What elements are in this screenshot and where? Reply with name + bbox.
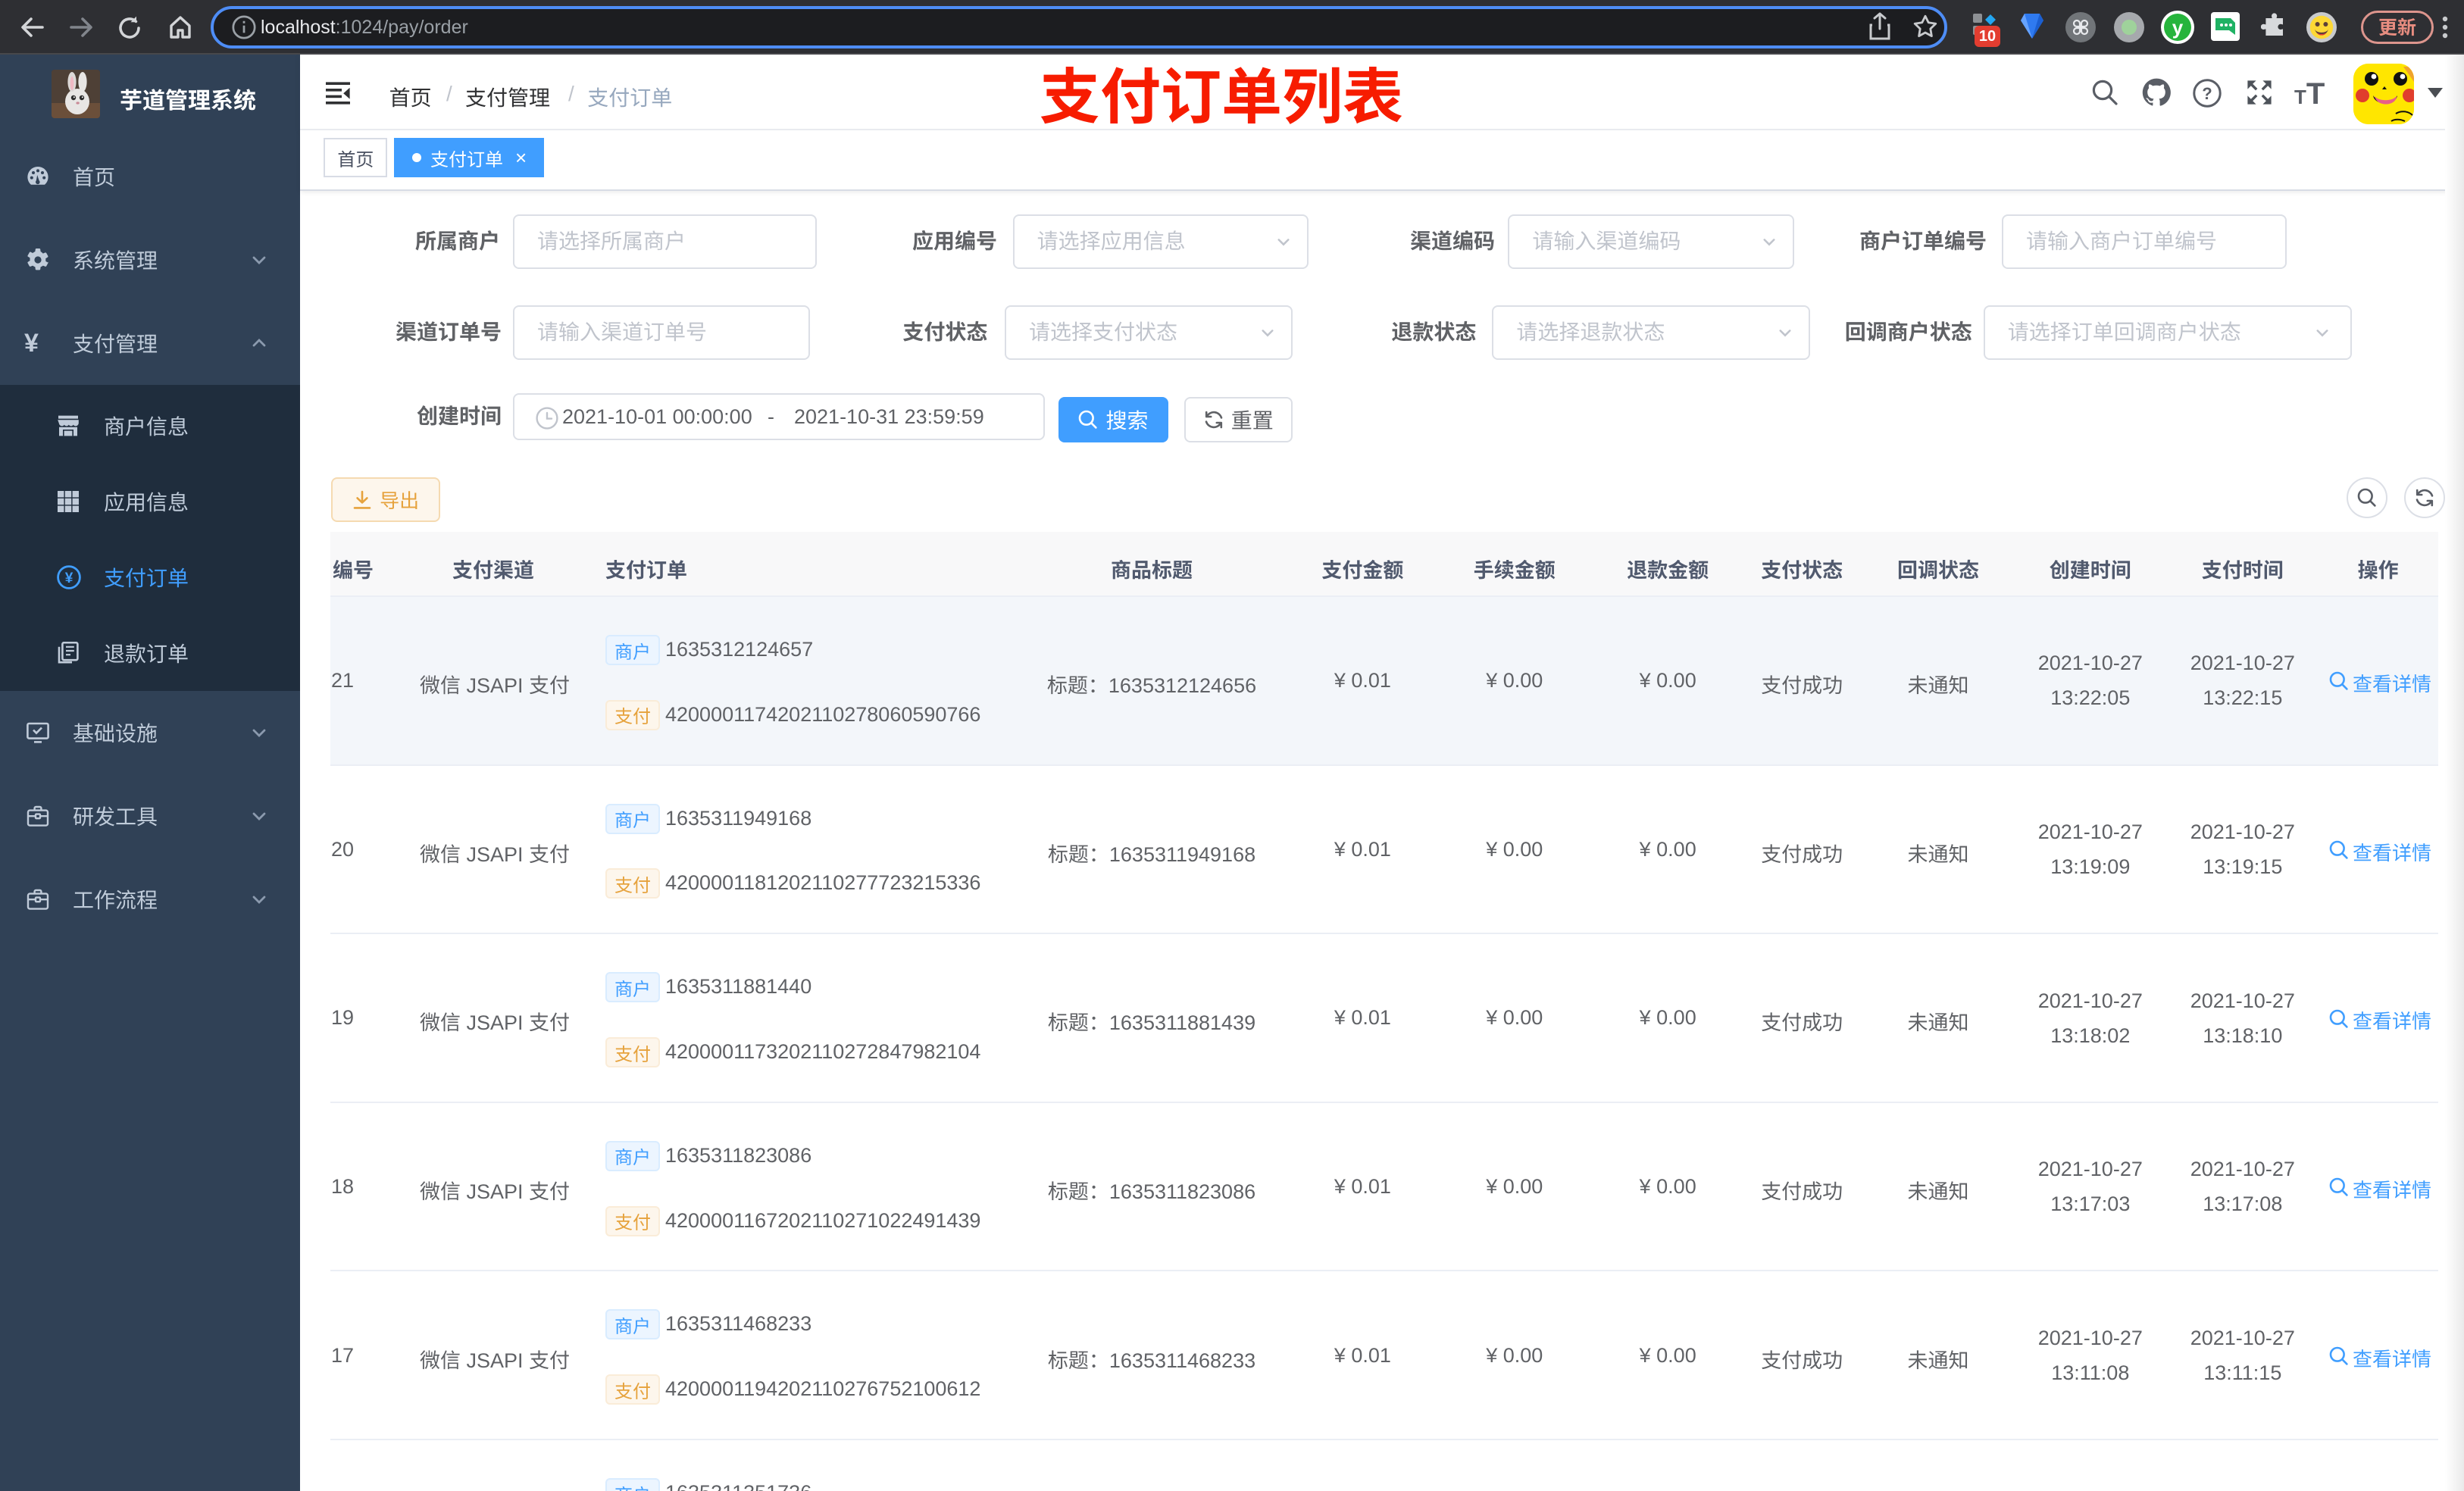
- svg-text:¥: ¥: [65, 570, 73, 586]
- svg-text:?: ?: [2202, 84, 2212, 103]
